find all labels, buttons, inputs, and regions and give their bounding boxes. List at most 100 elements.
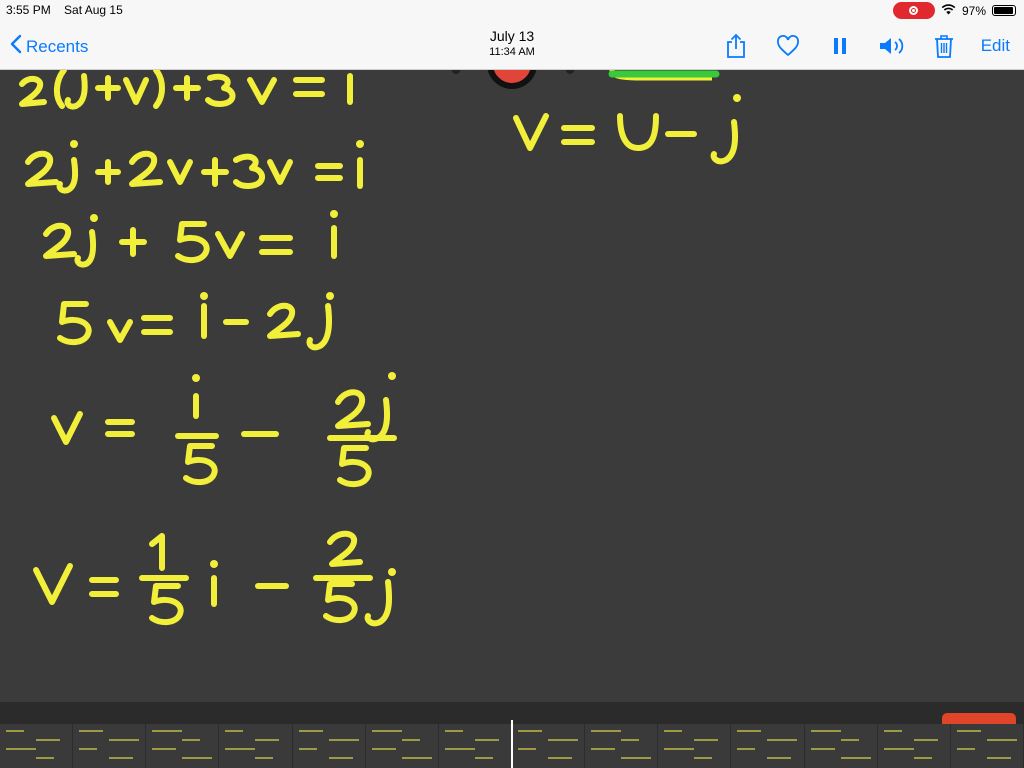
status-bar: 3:55 PM Sat Aug 15 97%: [0, 0, 1024, 22]
timeline-thumbnail[interactable]: [805, 724, 878, 768]
thumbnail-ink: [152, 748, 177, 750]
wifi-icon: [941, 3, 956, 18]
thumbnail-ink: [79, 748, 98, 750]
thumbnail-ink: [109, 739, 140, 741]
share-icon[interactable]: [721, 32, 751, 60]
thumbnail-ink: [517, 748, 536, 750]
thumbnail-ink: [737, 748, 756, 750]
thumbnail-ink: [474, 757, 493, 759]
thumbnail-ink: [591, 748, 616, 750]
thumbnail-ink: [694, 757, 713, 759]
timeline-thumbnail[interactable]: [585, 724, 659, 768]
thumbnail-ink: [371, 748, 396, 750]
thumbnail-ink: [737, 730, 762, 732]
heart-icon[interactable]: [773, 32, 803, 60]
equation-line-4: [57, 301, 332, 351]
thumbnail-ink: [591, 730, 622, 732]
thumbnail-ink: [401, 739, 420, 741]
whiteboard-canvas: [0, 70, 1024, 702]
thumbnail-ink: [517, 730, 542, 732]
thumbnail-ink: [298, 730, 323, 732]
thumbnail-ink: [621, 757, 652, 759]
thumbnail-ink: [6, 748, 36, 750]
timeline-scrubber[interactable]: [0, 702, 1024, 768]
thumbnail-ink: [767, 739, 798, 741]
thumbnail-ink: [79, 730, 104, 732]
thumbnail-ink: [883, 748, 914, 750]
timeline-thumbnail[interactable]: [219, 724, 293, 768]
screen-recording-indicator[interactable]: [892, 2, 935, 19]
thumbnail-ink: [547, 757, 572, 759]
battery-icon: [992, 5, 1016, 16]
thumbnail-ink: [444, 748, 475, 750]
timeline-thumbnail[interactable]: [658, 724, 732, 768]
timeline-thumbnail[interactable]: [366, 724, 439, 768]
equation-line-7: [513, 113, 738, 165]
thumbnail-ink: [182, 757, 213, 759]
equation-line-3: [43, 221, 337, 268]
timeline-thumbnail[interactable]: [439, 724, 512, 768]
navigation-bar: Recents July 13 11:34 AM Edit: [0, 22, 1024, 70]
thumbnail-ink: [36, 739, 60, 741]
status-time: 3:55 PM: [6, 3, 51, 17]
thumbnail-ink: [810, 730, 841, 732]
handwriting-layer: [19, 70, 741, 627]
equation-line-6: [33, 530, 392, 627]
thumbnail-ink: [152, 730, 183, 732]
thumbnail-ink: [840, 757, 871, 759]
thumbnail-ink: [664, 748, 695, 750]
thumbnail-ink: [956, 730, 981, 732]
thumbnail-ink: [109, 757, 134, 759]
timeline-thumbnail[interactable]: [512, 724, 586, 768]
thumbnail-ink: [664, 730, 683, 732]
status-left: 3:55 PM Sat Aug 15: [6, 3, 133, 17]
pause-icon[interactable]: [825, 32, 855, 60]
thumbnail-ink: [182, 739, 201, 741]
thumbnail-ink: [810, 748, 835, 750]
thumbnail-ink: [371, 730, 402, 732]
timeline-thumbnail[interactable]: [731, 724, 805, 768]
thumbnail-ink: [225, 730, 244, 732]
equation-line-5: [51, 389, 397, 488]
thumbnail-ink: [401, 757, 432, 759]
thumbnail-ink: [298, 748, 317, 750]
timeline-thumbnail[interactable]: [951, 724, 1024, 768]
timeline-thumbnail[interactable]: [0, 724, 74, 768]
trash-icon[interactable]: [929, 32, 959, 60]
timeline-thumbnail[interactable]: [73, 724, 147, 768]
record-icon: [909, 6, 919, 15]
thumbnail-ink: [986, 739, 1017, 741]
timeline-thumbnail[interactable]: [146, 724, 220, 768]
nav-actions: Edit: [721, 32, 1010, 60]
thumbnail-ink: [255, 757, 274, 759]
equation-line-1: [19, 70, 353, 110]
speaker-icon[interactable]: [877, 32, 907, 60]
thumbnail-ink: [547, 739, 578, 741]
thumbnail-ink: [36, 757, 54, 759]
thumbnail-ink: [474, 739, 499, 741]
thumbnail-ink: [6, 730, 24, 732]
thumbnail-ink: [767, 757, 792, 759]
edit-button[interactable]: Edit: [981, 36, 1010, 56]
thumbnail-ink: [444, 730, 463, 732]
thumbnail-ink: [225, 748, 256, 750]
equation-line-2: [25, 150, 363, 194]
thumbnail-ink: [956, 748, 975, 750]
thumbnail-ink: [913, 739, 938, 741]
battery-fill: [994, 7, 1013, 14]
thumbnail-ink: [840, 739, 859, 741]
timeline-thumbnail[interactable]: [878, 724, 951, 768]
battery-percent: 97%: [961, 3, 986, 18]
thumbnail-ink: [255, 739, 280, 741]
timeline-thumbnail[interactable]: [293, 724, 366, 768]
thumbnail-ink: [328, 739, 359, 741]
thumbnail-ink: [694, 739, 719, 741]
thumbnail-ink: [913, 757, 932, 759]
thumbnail-ink: [621, 739, 640, 741]
status-right: 97%: [892, 2, 1016, 19]
partial-highlight: [452, 70, 720, 89]
thumbnail-ink: [883, 730, 902, 732]
status-date: Sat Aug 15: [64, 3, 123, 17]
thumbnail-ink: [986, 757, 1011, 759]
playhead[interactable]: [511, 720, 513, 768]
